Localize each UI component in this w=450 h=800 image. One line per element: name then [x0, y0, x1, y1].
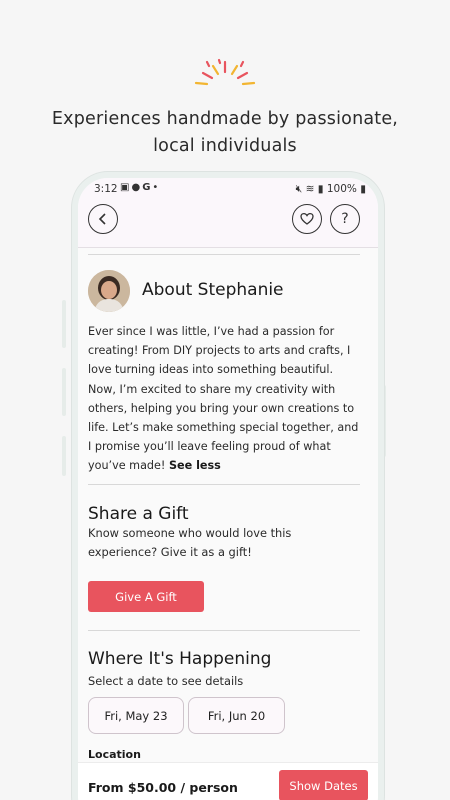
price-label: From $50.00 / person: [88, 780, 238, 795]
help-button[interactable]: ?: [330, 204, 360, 234]
divider: [88, 484, 360, 485]
location-label: Location: [88, 748, 141, 761]
gift-subtitle: Know someone who would love this experie…: [88, 526, 292, 559]
see-less-link[interactable]: See less: [169, 459, 221, 472]
about-bio: Ever since I was little, I’ve had a pass…: [88, 322, 364, 476]
phone-side-button: [62, 436, 66, 476]
fireworks-icon: [194, 58, 256, 86]
promo-headline-line-2: local individuals: [153, 136, 297, 156]
help-icon: ?: [341, 211, 349, 227]
status-bar: 3:12 ▣●G• 🔇︎ ≋ ▮ 100% ▮: [78, 178, 378, 200]
heart-icon: [300, 212, 314, 225]
status-time: 3:12: [94, 183, 118, 195]
about-title: About Stephanie: [142, 280, 284, 300]
notification-icons: ▣●G•: [120, 182, 160, 193]
promo-headline: Experiences handmade by passionate, loca…: [0, 106, 450, 160]
status-right: 🔇︎ ≋ ▮ 100% ▮: [296, 183, 366, 196]
date-option-may-23[interactable]: Fri, May 23: [88, 697, 184, 734]
dot-icon: •: [152, 182, 161, 193]
scroll-content[interactable]: About Stephanie Ever since I was little,…: [78, 248, 378, 768]
battery-percent: 100%: [326, 183, 357, 195]
divider: [88, 630, 360, 631]
give-a-gift-button[interactable]: Give A Gift: [88, 581, 204, 612]
location-title: Where It's Happening: [88, 649, 272, 669]
gallery-icon: ▣: [120, 182, 132, 193]
show-dates-button[interactable]: Show Dates: [279, 770, 368, 800]
divider: [88, 254, 360, 255]
gift-title: Share a Gift: [88, 504, 189, 524]
avatar: [88, 270, 130, 312]
chevron-left-icon: [98, 213, 106, 225]
google-icon: G: [142, 182, 153, 193]
battery-icon: ▮: [360, 183, 366, 195]
location-subtitle: Select a date to see details: [88, 674, 244, 688]
phone-frame: 3:12 ▣●G• 🔇︎ ≋ ▮ 100% ▮ ? About Stephani…: [72, 172, 384, 800]
phone-side-button: [62, 368, 66, 416]
wifi-icon: ≋: [305, 183, 315, 195]
app-bar: ?: [78, 200, 378, 248]
back-button[interactable]: [88, 204, 118, 234]
promo-header: Experiences handmade by passionate, loca…: [0, 0, 450, 180]
signal-icon: ▮: [317, 183, 324, 195]
promo-headline-line-1: Experiences handmade by passionate,: [51, 109, 399, 129]
facebook-icon: ●: [131, 182, 143, 193]
mute-icon: 🔇︎: [295, 183, 303, 195]
about-bio-text: Ever since I was little, I’ve had a pass…: [88, 325, 359, 473]
avatar-image: [88, 270, 130, 312]
phone-side-button: [62, 300, 66, 348]
favorite-button[interactable]: [292, 204, 322, 234]
date-option-jun-20[interactable]: Fri, Jun 20: [188, 697, 285, 734]
booking-bar: From $50.00 / person Show Dates: [78, 762, 378, 800]
